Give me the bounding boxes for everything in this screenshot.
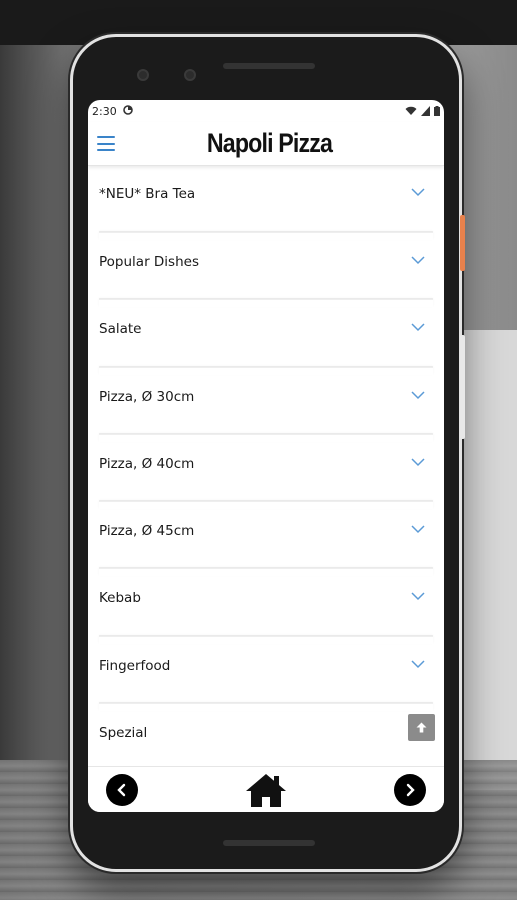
volume-button xyxy=(460,335,465,439)
status-icons xyxy=(405,106,440,116)
chevron-right-icon xyxy=(406,783,415,796)
chevron-down-icon xyxy=(411,188,425,197)
app-screen: 2:30 Napoli Pizza *NEU* Bra Tea Popular … xyxy=(88,100,444,812)
bottom-navigation xyxy=(88,766,444,812)
back-button[interactable] xyxy=(106,773,138,806)
scroll-to-top-button[interactable] xyxy=(408,714,435,741)
earpiece-speaker xyxy=(223,63,315,69)
category-item-pizza-30[interactable]: Pizza, Ø 30cm xyxy=(99,366,433,434)
category-item-kebab[interactable]: Kebab xyxy=(99,568,433,636)
item-separator xyxy=(99,635,433,644)
category-item-spezial[interactable]: Spezial xyxy=(99,703,433,771)
category-label: Pizza, Ø 45cm xyxy=(99,523,195,540)
chevron-down-icon xyxy=(411,391,425,399)
sync-icon xyxy=(122,104,133,118)
bottom-speaker xyxy=(223,840,315,846)
signal-icon xyxy=(421,106,430,116)
app-header: Napoli Pizza xyxy=(88,122,444,166)
app-title: Napoli Pizza xyxy=(206,128,333,158)
battery-icon xyxy=(434,106,440,116)
category-item-popular-dishes[interactable]: Popular Dishes xyxy=(99,232,433,300)
chevron-down-icon xyxy=(411,256,425,265)
chevron-down-icon xyxy=(411,660,425,668)
status-bar: 2:30 xyxy=(88,100,444,122)
forward-button[interactable] xyxy=(394,773,426,806)
front-camera xyxy=(137,69,149,81)
category-item-pizza-45[interactable]: Pizza, Ø 45cm xyxy=(99,501,433,569)
category-label: Fingerfood xyxy=(99,657,171,674)
arrow-up-icon xyxy=(416,722,427,733)
wifi-icon xyxy=(405,106,417,115)
item-separator xyxy=(99,232,433,240)
item-separator xyxy=(99,366,433,375)
chevron-down-icon xyxy=(411,525,425,534)
item-separator xyxy=(99,433,433,442)
phone-frame: 2:30 Napoli Pizza *NEU* Bra Tea Popular … xyxy=(70,34,465,872)
status-time: 2:30 xyxy=(92,104,117,118)
chevron-down-icon xyxy=(411,458,425,466)
chevron-down-icon xyxy=(411,592,425,601)
front-sensor xyxy=(184,69,196,81)
category-label: Spezial xyxy=(99,725,148,742)
category-label: Kebab xyxy=(99,590,141,607)
home-button[interactable] xyxy=(245,771,287,809)
item-separator xyxy=(99,703,433,711)
category-item-neu-bra-tea[interactable]: *NEU* Bra Tea xyxy=(99,166,433,232)
item-separator xyxy=(99,568,433,576)
item-separator xyxy=(99,501,433,509)
category-item-fingerfood[interactable]: Fingerfood xyxy=(99,635,433,704)
category-label: Pizza, Ø 40cm xyxy=(99,455,195,472)
chevron-left-icon xyxy=(117,783,126,796)
category-item-salate[interactable]: Salate xyxy=(99,299,433,367)
chevron-down-icon xyxy=(411,323,425,332)
category-label: Salate xyxy=(99,321,142,338)
category-label: *NEU* Bra Tea xyxy=(99,186,196,202)
category-list: *NEU* Bra Tea Popular Dishes Salate Pizz… xyxy=(88,166,444,771)
category-item-pizza-40[interactable]: Pizza, Ø 40cm xyxy=(99,433,433,502)
home-icon xyxy=(246,773,286,807)
power-button xyxy=(460,215,465,271)
item-separator xyxy=(99,299,433,307)
category-label: Popular Dishes xyxy=(99,254,199,270)
category-label: Pizza, Ø 30cm xyxy=(99,388,195,405)
